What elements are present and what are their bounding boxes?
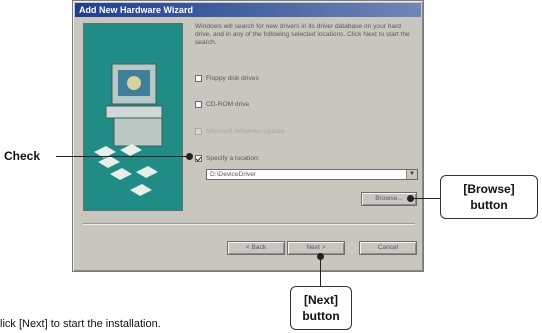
location-value: D:\DeviceDriver <box>210 171 257 178</box>
dialog-title: Add New Hardware Wizard <box>75 3 421 17</box>
windows-update-checkbox <box>195 127 202 135</box>
next-callout-box: [Next] button <box>290 286 352 330</box>
computer-disks-illustration <box>94 63 163 196</box>
next-callout-line <box>320 257 321 286</box>
next-callout-line1: [Next] <box>303 293 338 307</box>
check-callout-line <box>56 156 189 157</box>
check-callout-dot <box>186 153 193 160</box>
floppy-checkbox[interactable] <box>195 74 202 82</box>
next-button[interactable]: Next > <box>287 241 345 255</box>
floppy-label: Floppy disk drives <box>206 74 259 82</box>
windows-update-label: Microsoft Windows Update <box>206 127 285 135</box>
wizard-description: Windows will search for new drivers in i… <box>195 23 410 46</box>
browse-callout-line1: [Browse] <box>463 182 515 196</box>
cdrom-checkbox[interactable] <box>195 100 202 108</box>
option-floppy[interactable]: Floppy disk drives <box>195 73 259 83</box>
cdrom-label: CD-ROM drive <box>206 100 250 108</box>
option-specify-location[interactable]: Specify a location: <box>195 153 260 163</box>
browse-callout-line <box>411 198 440 199</box>
browse-callout-line2: button <box>470 198 508 212</box>
specify-location-checkbox[interactable] <box>195 154 202 162</box>
separator <box>83 223 415 225</box>
dropdown-arrow-icon[interactable]: ▼ <box>406 170 417 179</box>
wizard-illustration <box>83 23 183 211</box>
browse-callout-box: [Browse] button <box>440 175 538 219</box>
next-callout-line2: button <box>302 309 340 323</box>
wizard-dialog: Add New Hardware Wizard Windows will sea… <box>72 0 424 272</box>
option-cdrom[interactable]: CD-ROM drive <box>195 99 249 109</box>
instruction-text: lick [Next] to start the installation. <box>0 318 161 330</box>
back-button[interactable]: < Back <box>227 241 285 255</box>
check-callout-label: Check <box>4 149 41 163</box>
specify-location-label: Specify a location: <box>206 154 260 162</box>
option-windows-update: Microsoft Windows Update <box>195 126 284 136</box>
cancel-button[interactable]: Cancel <box>359 241 417 255</box>
location-input[interactable]: D:\DeviceDriver ▼ <box>206 169 418 180</box>
